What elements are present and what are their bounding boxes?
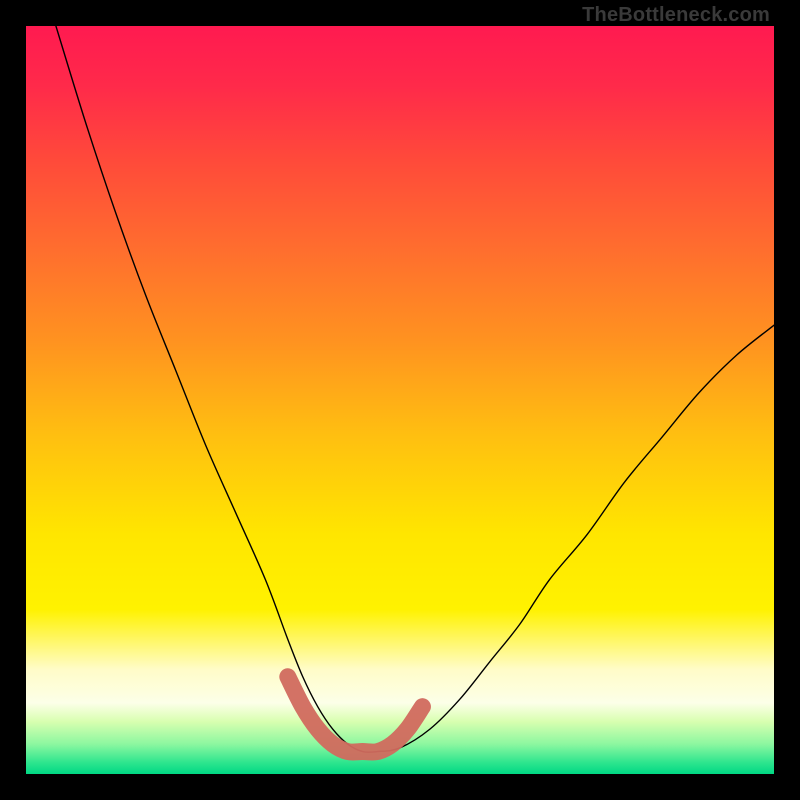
chart-lines — [26, 26, 774, 774]
main-curve — [56, 26, 774, 752]
watermark-text: TheBottleneck.com — [582, 4, 770, 27]
plot-area — [26, 26, 774, 774]
outer-frame: TheBottleneck.com — [0, 0, 800, 800]
